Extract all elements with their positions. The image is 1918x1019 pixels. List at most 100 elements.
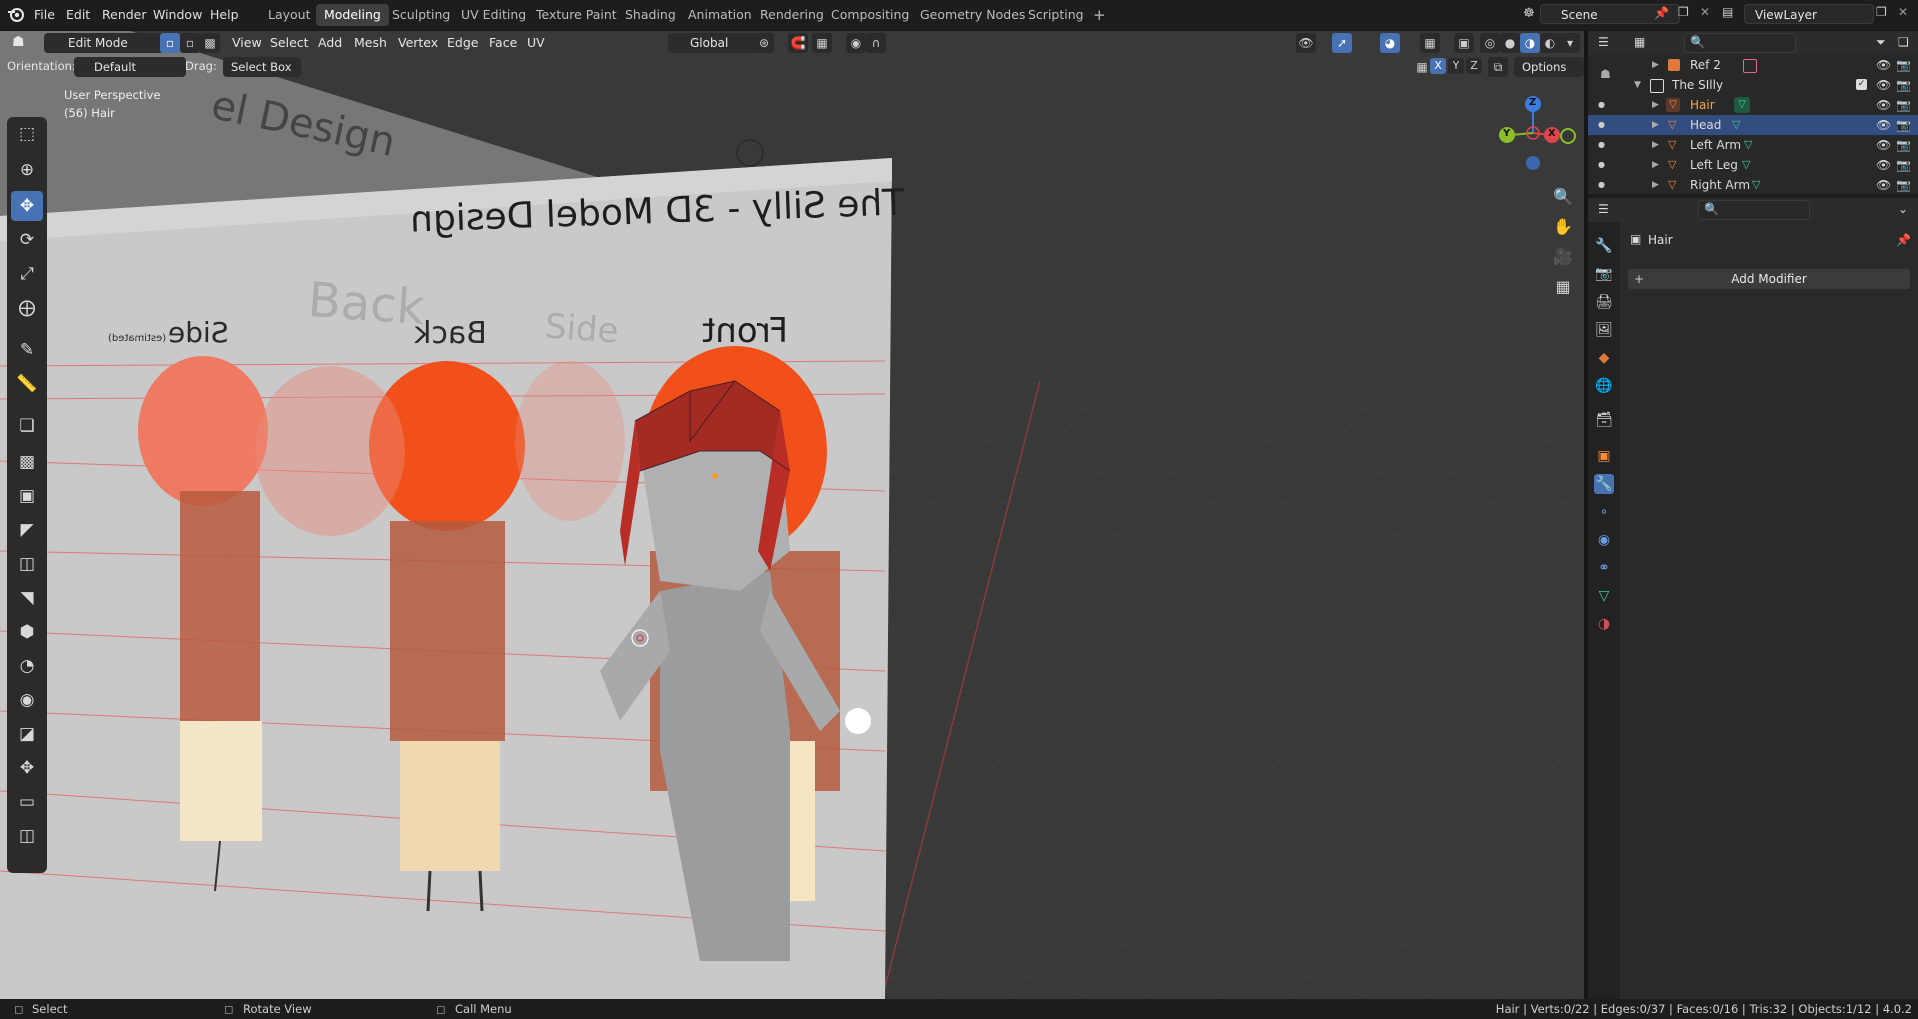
- edit-mode-dot-icon[interactable]: ●: [1598, 115, 1605, 135]
- particles-tab-icon[interactable]: ∘: [1594, 502, 1614, 522]
- edit-mode-dot-icon[interactable]: ●: [1598, 175, 1605, 195]
- outliner-row-hair[interactable]: ● ▶ ▽ Hair ▽ 👁 📷: [1588, 95, 1918, 115]
- modifier-tab-icon[interactable]: 🔧: [1594, 474, 1614, 494]
- world-tab-icon[interactable]: 🌐: [1594, 376, 1614, 396]
- overlays-icon[interactable]: ◕: [1380, 33, 1400, 53]
- edit-mode-dot-icon[interactable]: ●: [1598, 155, 1605, 175]
- wireframe-shading-icon[interactable]: ◎: [1480, 33, 1500, 53]
- edge-slide-icon[interactable]: ◪: [11, 719, 43, 749]
- options-dropdown[interactable]: Options: [1514, 57, 1584, 77]
- properties-editor-icon[interactable]: ☰: [1598, 202, 1609, 216]
- rotate-icon[interactable]: ⟳: [11, 225, 43, 255]
- outliner-editor-icon[interactable]: ☰: [1598, 35, 1609, 49]
- eye-icon[interactable]: 👁: [1876, 175, 1891, 195]
- menu-render[interactable]: Render: [102, 7, 147, 22]
- expand-arrow-icon[interactable]: ▶: [1652, 155, 1659, 175]
- camera-icon[interactable]: 📷: [1896, 135, 1911, 155]
- eye-icon[interactable]: 👁: [1876, 55, 1891, 75]
- gizmo-icon[interactable]: ➚: [1332, 33, 1352, 53]
- spin-icon[interactable]: ◔: [11, 651, 43, 681]
- tab-shading[interactable]: Shading: [617, 4, 684, 26]
- falloff-icon[interactable]: ∩: [866, 33, 886, 53]
- camera-icon[interactable]: 📷: [1896, 155, 1911, 175]
- mesh-edit-overlay-icon[interactable]: ▦: [1420, 33, 1440, 53]
- outliner-row-collection[interactable]: ▼ The SIlly ✓ 👁 📷: [1588, 75, 1918, 95]
- scale-icon[interactable]: ⤢: [11, 259, 43, 289]
- tab-rendering[interactable]: Rendering: [752, 4, 832, 26]
- expand-arrow-icon[interactable]: ▶: [1652, 55, 1659, 75]
- menu-select[interactable]: Select: [270, 35, 309, 50]
- display-mode-icon[interactable]: ▦: [1634, 35, 1645, 49]
- expand-arrow-icon[interactable]: ▶: [1652, 175, 1659, 195]
- menu-edge[interactable]: Edge: [447, 35, 478, 50]
- snap-icon[interactable]: 🧲: [788, 33, 808, 53]
- blender-logo-icon[interactable]: [7, 5, 25, 23]
- menu-face[interactable]: Face: [489, 35, 517, 50]
- menu-file[interactable]: File: [34, 7, 55, 22]
- navigation-gizmo[interactable]: Z Y X: [1490, 89, 1580, 189]
- select-box-icon[interactable]: ⬚: [11, 119, 43, 149]
- menu-view[interactable]: View: [232, 35, 262, 50]
- menu-window[interactable]: Window: [153, 7, 202, 22]
- eye-icon[interactable]: 👁: [1876, 135, 1891, 155]
- auto-merge-icon[interactable]: ⧉: [1488, 57, 1508, 77]
- filter-icon[interactable]: ⏷: [1876, 35, 1886, 50]
- outliner-row-left-arm[interactable]: ● ▶ ▽ Left Arm ▽ 👁 📷: [1588, 135, 1918, 155]
- drag-dropdown[interactable]: Select Box: [223, 57, 301, 77]
- bevel-icon[interactable]: ◤: [11, 515, 43, 545]
- rip-region-icon[interactable]: ◫: [11, 821, 43, 851]
- extrude-icon[interactable]: ▩: [11, 447, 43, 477]
- eye-icon[interactable]: 👁: [1876, 115, 1891, 135]
- tab-uv-editing[interactable]: UV Editing: [453, 4, 534, 26]
- tab-layout[interactable]: Layout: [260, 4, 319, 26]
- shading-options-icon[interactable]: ▾: [1560, 33, 1580, 53]
- view-layer-tab-icon[interactable]: 🖼: [1594, 320, 1614, 340]
- edit-mode-dot-icon[interactable]: ●: [1598, 95, 1605, 115]
- tab-modeling[interactable]: Modeling: [316, 4, 389, 26]
- tab-sculpting[interactable]: Sculpting: [384, 4, 458, 26]
- menu-uv[interactable]: UV: [527, 35, 545, 50]
- collection-tab-icon[interactable]: 🗃: [1594, 410, 1614, 430]
- menu-add[interactable]: Add: [318, 35, 342, 50]
- shear-icon[interactable]: ▭: [11, 787, 43, 817]
- pin-icon[interactable]: 📌: [1896, 233, 1911, 247]
- transform-orientation-dropdown[interactable]: Global: [668, 33, 766, 53]
- viewlayer-icon[interactable]: ▤: [1722, 5, 1733, 19]
- menu-edit[interactable]: Edit: [66, 7, 90, 22]
- menu-vertex[interactable]: Vertex: [398, 35, 438, 50]
- new-collection-icon[interactable]: ❏: [1898, 35, 1909, 49]
- mirror-x-toggle[interactable]: X: [1430, 58, 1446, 74]
- ortho-grid-icon[interactable]: ▦: [1550, 274, 1576, 300]
- tool-tab-icon[interactable]: 🔧: [1594, 236, 1614, 256]
- tab-compositing[interactable]: Compositing: [823, 4, 917, 26]
- outliner-row-left-leg[interactable]: ● ▶ ▽ Left Leg ▽ 👁 📷: [1588, 155, 1918, 175]
- edge-select-icon[interactable]: ▫: [180, 33, 200, 53]
- annotate-icon[interactable]: ✎: [11, 335, 43, 365]
- mode-selector[interactable]: Edit Mode: [44, 33, 172, 53]
- rendered-shading-icon[interactable]: ◐: [1540, 33, 1560, 53]
- edit-mode-dot-icon[interactable]: ●: [1598, 135, 1605, 155]
- mirror-z-toggle[interactable]: Z: [1466, 58, 1482, 74]
- pin-icon[interactable]: 📌: [1654, 6, 1669, 20]
- mesh-data-tab-icon[interactable]: ▽: [1594, 586, 1614, 606]
- mirror-y-toggle[interactable]: Y: [1448, 58, 1464, 74]
- eye-icon[interactable]: 👁: [1876, 95, 1891, 115]
- add-workspace-button[interactable]: +: [1085, 4, 1114, 26]
- pivot-icon[interactable]: ⊛: [754, 33, 774, 53]
- material-tab-icon[interactable]: ◑: [1594, 614, 1614, 634]
- new-viewlayer-icon[interactable]: ❐: [1876, 5, 1887, 19]
- zoom-icon[interactable]: 🔍: [1550, 184, 1576, 210]
- camera-icon[interactable]: 📷: [1896, 75, 1911, 95]
- snap-target-icon[interactable]: ▦: [812, 33, 832, 53]
- outliner-row-ref2[interactable]: ▶ Ref 2 👁 📷: [1588, 55, 1918, 75]
- constraints-tab-icon[interactable]: ⚭: [1594, 558, 1614, 578]
- pan-hand-icon[interactable]: ✋: [1550, 214, 1576, 240]
- checkbox-icon[interactable]: ✓: [1856, 79, 1867, 90]
- camera-icon[interactable]: 📷: [1896, 55, 1911, 75]
- knife-icon[interactable]: ◥: [11, 583, 43, 613]
- outliner-row-right-arm[interactable]: ● ▶ ▽ Right Arm ▽ 👁 📷: [1588, 175, 1918, 195]
- 3d-viewport[interactable]: The Silly - 3D Model Design el Design Fr…: [0, 31, 1584, 999]
- close-viewlayer-icon[interactable]: ✕: [1898, 5, 1908, 19]
- eye-icon[interactable]: 👁: [1876, 75, 1891, 95]
- scene-tab-icon[interactable]: ◆: [1594, 348, 1614, 368]
